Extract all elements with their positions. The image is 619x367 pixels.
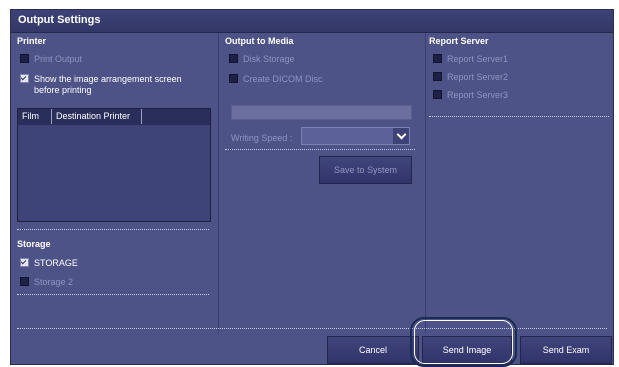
print-output-option[interactable]: Print Output <box>20 54 82 64</box>
printer-header: Printer <box>17 36 47 46</box>
storage-checkbox-2[interactable] <box>20 277 29 286</box>
writing-speed-label: Writing Speed : <box>231 133 293 143</box>
media-panel: Output to Media Disk Storage Create DICO… <box>222 33 425 333</box>
printer-separator <box>17 229 209 230</box>
report-server-option-1[interactable]: Report Server1 <box>433 54 508 64</box>
storage-option-2[interactable]: Storage 2 <box>20 277 73 287</box>
show-arrangement-label-line2: before printing <box>34 85 92 95</box>
print-output-label: Print Output <box>34 54 83 64</box>
column-divider-2 <box>425 33 426 333</box>
print-output-checkbox[interactable] <box>20 54 29 63</box>
storage-label-1: STORAGE <box>34 258 78 268</box>
column-divider <box>218 33 219 333</box>
footer-separator <box>17 328 607 329</box>
column-header-destination-printer[interactable]: Destination Printer <box>52 109 142 124</box>
dialog-title: Output Settings <box>18 14 101 26</box>
report-server-label-2: Report Server2 <box>447 72 509 82</box>
report-server-checkbox-1[interactable] <box>433 54 442 63</box>
disk-storage-label: Disk Storage <box>243 54 295 64</box>
media-selection-field[interactable] <box>231 105 412 120</box>
column-header-film[interactable]: Film <box>18 109 52 124</box>
printer-table[interactable]: Film Destination Printer <box>17 108 211 222</box>
title-bar: Output Settings <box>11 10 613 33</box>
send-exam-button[interactable]: Send Exam <box>520 336 612 364</box>
create-dicom-option[interactable]: Create DICOM Disc <box>229 74 323 84</box>
show-arrangement-option[interactable]: Show the image arrangement screen <box>20 74 182 84</box>
report-server-option-2[interactable]: Report Server2 <box>433 72 508 82</box>
report-server-checkbox-3[interactable] <box>433 90 442 99</box>
storage-header: Storage <box>17 239 51 249</box>
printer-table-header: Film Destination Printer <box>18 109 210 125</box>
report-server-checkbox-2[interactable] <box>433 72 442 81</box>
create-dicom-label: Create DICOM Disc <box>243 74 323 84</box>
report-server-label-1: Report Server1 <box>447 54 509 64</box>
create-dicom-checkbox[interactable] <box>229 74 238 83</box>
output-settings-dialog: Output Settings Printer Print Output Sho… <box>10 9 614 365</box>
show-arrangement-label-line1: Show the image arrangement screen <box>34 74 182 84</box>
media-header: Output to Media <box>225 36 294 46</box>
storage-label-2: Storage 2 <box>34 277 74 287</box>
cancel-button[interactable]: Cancel <box>327 336 419 364</box>
storage-separator <box>17 294 209 295</box>
writing-speed-dropdown[interactable] <box>301 127 410 145</box>
media-separator <box>225 149 415 150</box>
save-to-system-button[interactable]: Save to System <box>319 156 412 184</box>
send-image-highlight-inner-ring <box>414 320 513 364</box>
show-arrangement-checkbox[interactable] <box>20 74 29 83</box>
report-server-label-3: Report Server3 <box>447 90 509 100</box>
report-server-option-3[interactable]: Report Server3 <box>433 90 508 100</box>
storage-option-1[interactable]: STORAGE <box>20 258 78 268</box>
report-server-panel: Report Server Report Server1 Report Serv… <box>427 33 615 333</box>
disk-storage-checkbox[interactable] <box>229 54 238 63</box>
chevron-down-icon[interactable] <box>393 128 409 144</box>
report-server-header: Report Server <box>429 36 489 46</box>
printer-panel: Printer Print Output Show the image arra… <box>11 33 216 333</box>
disk-storage-option[interactable]: Disk Storage <box>229 54 295 64</box>
storage-checkbox-1[interactable] <box>20 258 29 267</box>
report-server-separator <box>429 116 609 117</box>
